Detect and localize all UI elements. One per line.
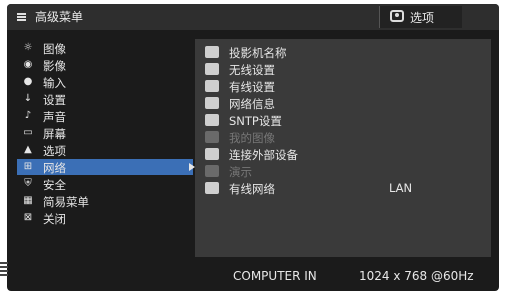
signal-resolution-label: 1024 x 768 @60Hz <box>359 269 474 283</box>
options-list-icon: ▲ <box>24 144 32 155</box>
menu-item-picture[interactable]: ☼ 图像 <box>17 40 193 56</box>
submenu-presentation: 演示 <box>205 163 485 179</box>
submenu-external-device[interactable]: 连接外部设备 <box>205 146 485 162</box>
menu-item-audio[interactable]: ♪ 声音 <box>17 108 193 124</box>
submenu-wired-network[interactable]: 有线网络 LAN <box>205 180 485 196</box>
projector-menu-window: 高级菜单 选项 ☼ 图像 ◉ 影像 ● 输入 ↓ 设置 ♪ 声音 ▭ 屏幕 ▲ … <box>7 4 499 291</box>
video-icon: ◉ <box>23 59 33 70</box>
submenu-wired-setup[interactable]: 有线设置 <box>205 78 485 94</box>
input-icon: ● <box>23 76 33 87</box>
screen-icon: ▭ <box>23 127 33 138</box>
options-icon <box>390 10 404 22</box>
options-button[interactable]: 选项 <box>379 6 462 28</box>
close-icon: ⊠ <box>23 212 33 223</box>
submenu-network-info[interactable]: 网络信息 <box>205 95 485 111</box>
sntp-icon <box>205 114 219 126</box>
setup-icon: ↓ <box>23 93 33 104</box>
menu-item-easy-menu[interactable]: ▦ 简易菜单 <box>17 193 193 209</box>
menu-item-options[interactable]: ▲ 选项 <box>17 142 193 158</box>
menu-icon <box>17 13 26 21</box>
menu-item-input[interactable]: ● 输入 <box>17 74 193 90</box>
menu-item-security[interactable]: ⛨ 安全 <box>17 176 193 192</box>
easy-menu-icon: ▦ <box>23 195 33 206</box>
options-label: 选项 <box>410 11 435 25</box>
menu-item-screen[interactable]: ▭ 屏幕 <box>17 125 193 141</box>
page-edge-mark <box>0 262 8 282</box>
menu-item-close[interactable]: ⊠ 关闭 <box>17 210 193 226</box>
menu-title: 高级菜单 <box>35 10 84 24</box>
projector-name-icon <box>205 46 219 58</box>
menu-item-image[interactable]: ◉ 影像 <box>17 57 193 73</box>
menu-item-network[interactable]: ⊞ 网络 <box>17 159 195 175</box>
submenu-sntp[interactable]: SNTP设置 <box>205 112 485 128</box>
network-submenu-panel: 投影机名称 无线设置 有线设置 网络信息 SNTP设置 我的图像 连接外部设备 <box>195 39 491 257</box>
network-icon: ⊞ <box>23 161 33 172</box>
submenu-projector-name[interactable]: 投影机名称 <box>205 44 485 60</box>
submenu-wireless-setup[interactable]: 无线设置 <box>205 61 485 77</box>
presentation-icon <box>205 165 219 177</box>
audio-icon: ♪ <box>24 110 32 121</box>
submenu-my-image: 我的图像 <box>205 129 485 145</box>
wired-network-icon <box>205 182 219 194</box>
picture-icon: ☼ <box>23 42 33 53</box>
wired-network-value: LAN <box>389 181 413 195</box>
my-image-icon <box>205 131 219 143</box>
external-device-icon <box>205 148 219 160</box>
security-icon: ⛨ <box>24 178 32 189</box>
network-info-icon <box>205 97 219 109</box>
input-source-label: COMPUTER IN <box>233 269 317 283</box>
wired-setup-icon <box>205 80 219 92</box>
menu-item-setup[interactable]: ↓ 设置 <box>17 91 193 107</box>
menu-header-bar: 高级菜单 选项 <box>7 4 499 30</box>
wireless-setup-icon <box>205 63 219 75</box>
status-bar: COMPUTER IN 1024 x 768 @60Hz <box>195 262 491 288</box>
